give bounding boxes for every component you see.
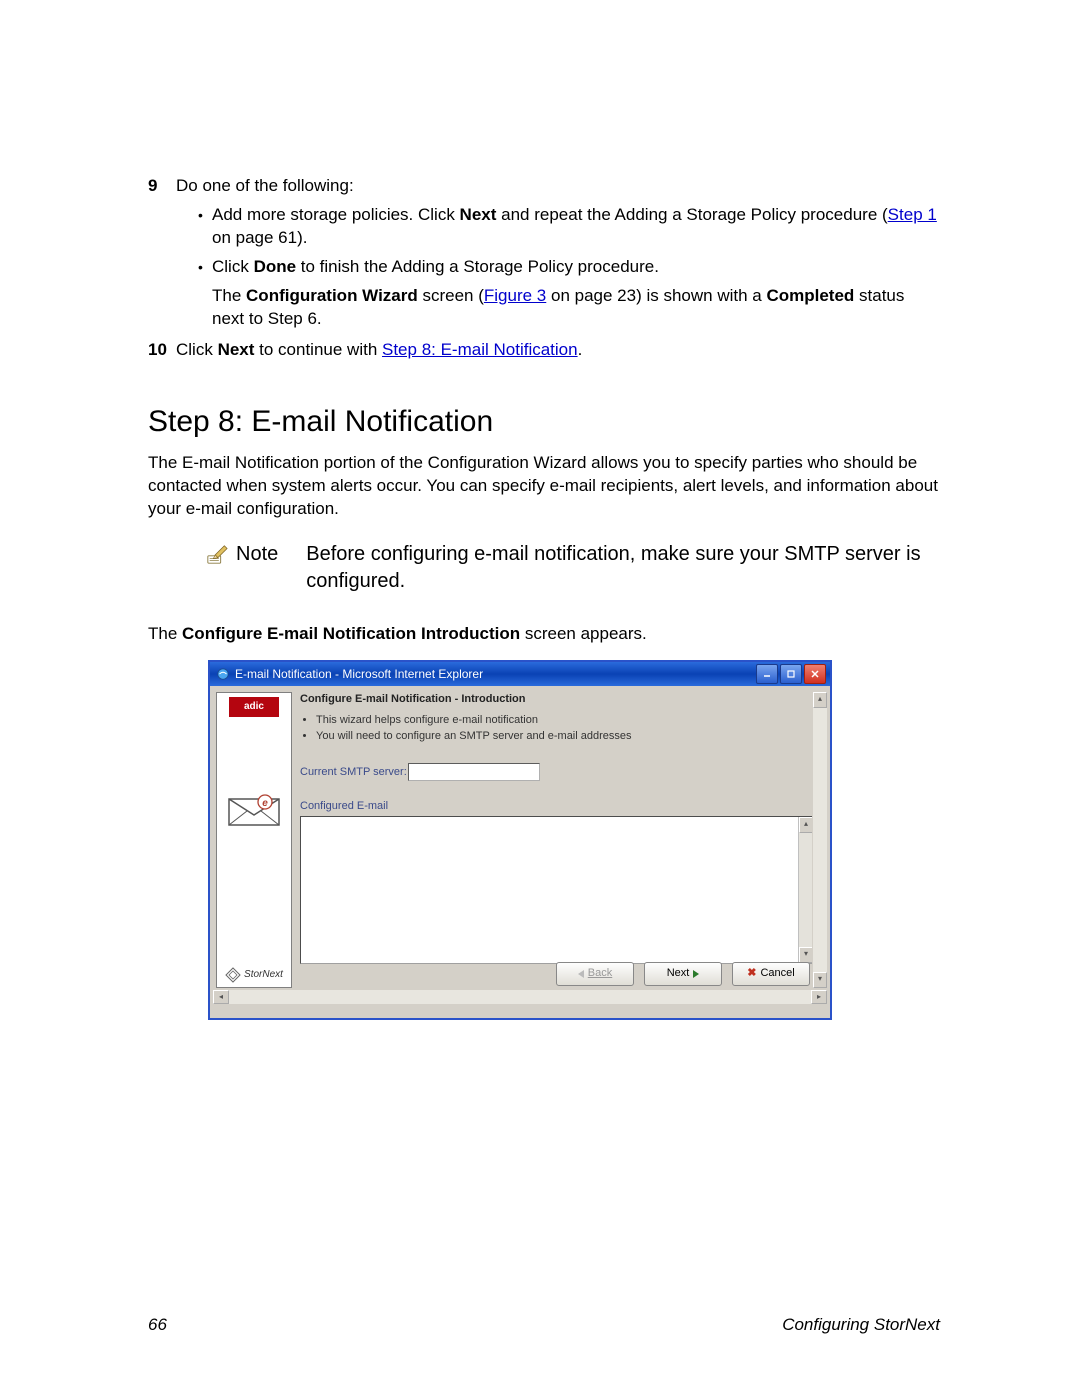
back-button: Back — [556, 962, 634, 986]
envelope-icon: e — [225, 787, 283, 829]
step-number: 9 — [148, 175, 176, 331]
note-text: Before configuring e-mail notification, … — [306, 541, 940, 595]
smtp-input[interactable] — [408, 763, 540, 781]
listbox-scrollbar[interactable]: ▴ ▾ — [798, 817, 812, 963]
step-9: 9 Do one of the following: • Add more st… — [148, 175, 940, 331]
scroll-up-icon[interactable]: ▴ — [799, 817, 812, 833]
appears-paragraph: The Configure E-mail Notification Introd… — [148, 623, 940, 646]
step-9-bullet-1: • Add more storage policies. Click Next … — [198, 204, 940, 250]
footer-section: Configuring StorNext — [782, 1314, 940, 1337]
wizard-sidebar: adic e StorNext — [216, 692, 292, 988]
step8-link[interactable]: Step 8: E-mail Notification — [382, 340, 578, 359]
wizard-heading: Configure E-mail Notification - Introduc… — [300, 692, 812, 707]
cancel-x-icon: ✖ — [747, 966, 756, 981]
wizard-bullet: You will need to configure an SMTP serve… — [316, 729, 812, 744]
step-list: 9 Do one of the following: • Add more st… — [148, 175, 940, 362]
maximize-button[interactable] — [780, 664, 802, 684]
note-label: Note — [236, 541, 278, 568]
step-number: 10 — [148, 339, 176, 362]
window-title: E-mail Notification - Microsoft Internet… — [235, 666, 483, 682]
window-titlebar: E-mail Notification - Microsoft Internet… — [210, 662, 830, 686]
stornext-brand: StorNext — [225, 967, 283, 983]
note-block: Note Before configuring e-mail notificat… — [206, 541, 940, 595]
svg-text:e: e — [262, 798, 268, 809]
page-number: 66 — [148, 1314, 167, 1337]
wizard-content: Configure E-mail Notification - Introduc… — [300, 692, 812, 988]
section-heading: Step 8: E-mail Notification — [148, 402, 940, 443]
adic-logo: adic — [229, 697, 279, 717]
close-button[interactable] — [804, 664, 826, 684]
cancel-button[interactable]: ✖ Cancel — [732, 962, 810, 986]
scroll-left-icon[interactable]: ◂ — [213, 990, 229, 1004]
screenshot-window: E-mail Notification - Microsoft Internet… — [208, 660, 832, 1020]
scroll-up-icon[interactable]: ▴ — [813, 692, 827, 708]
wizard-bullet: This wizard helps configure e-mail notif… — [316, 713, 812, 728]
figure3-link[interactable]: Figure 3 — [484, 286, 546, 305]
configured-email-label: Configured E-mail — [300, 799, 812, 814]
configured-email-listbox[interactable]: ▴ ▾ — [300, 816, 812, 964]
diamond-icon — [225, 967, 241, 983]
window-h-scrollbar[interactable]: ◂ ▸ — [213, 990, 827, 1004]
scroll-right-icon[interactable]: ▸ — [811, 990, 827, 1004]
page-footer: 66 Configuring StorNext — [148, 1314, 940, 1337]
scroll-down-icon[interactable]: ▾ — [813, 972, 827, 988]
arrow-left-icon — [578, 970, 584, 978]
pencil-note-icon — [206, 543, 228, 565]
minimize-button[interactable] — [756, 664, 778, 684]
intro-paragraph: The E-mail Notification portion of the C… — [148, 452, 940, 521]
next-button[interactable]: Next — [644, 962, 722, 986]
smtp-label: Current SMTP server: — [300, 765, 408, 780]
scroll-down-icon[interactable]: ▾ — [799, 947, 812, 963]
step-9-lead: Do one of the following: — [176, 176, 354, 195]
step1-link[interactable]: Step 1 — [888, 205, 937, 224]
ie-icon — [216, 667, 230, 681]
step-10: 10 Click Next to continue with Step 8: E… — [148, 339, 940, 362]
step-9-bullet-2: • Click Done to finish the Adding a Stor… — [198, 256, 940, 331]
arrow-right-icon — [693, 970, 699, 978]
window-v-scrollbar[interactable]: ▴ ▾ — [813, 692, 827, 988]
wizard-intro-bullets: This wizard helps configure e-mail notif… — [302, 713, 812, 744]
